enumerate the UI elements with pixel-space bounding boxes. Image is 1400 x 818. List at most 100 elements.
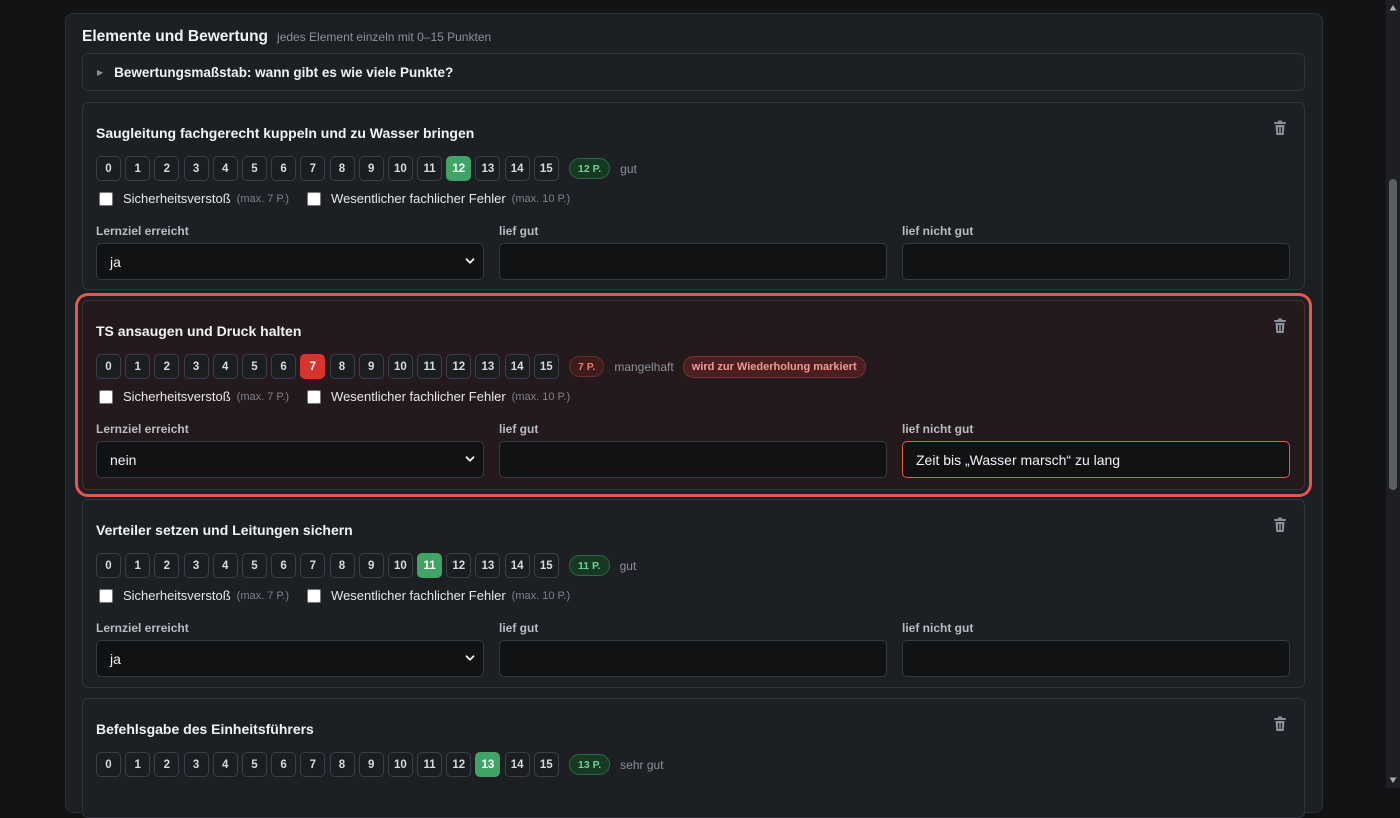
score-button[interactable]: 9 — [358, 553, 384, 578]
score-button[interactable]: 5 — [241, 752, 267, 777]
score-button[interactable]: 12 — [446, 752, 472, 777]
goal-select[interactable]: ja — [96, 640, 484, 677]
score-button[interactable]: 15 — [533, 553, 559, 578]
score-button[interactable]: 7 — [300, 553, 326, 578]
safety-violation-checkbox[interactable] — [99, 588, 113, 603]
went-bad-input[interactable]: Zeit bis „Wasser marsch“ zu lang — [902, 441, 1290, 478]
score-button[interactable]: 10 — [387, 156, 413, 181]
score-button[interactable]: 6 — [271, 553, 297, 578]
score-button[interactable]: 12 — [446, 553, 472, 578]
repeat-badge: wird zur Wiederholung markiert — [682, 355, 866, 378]
score-button[interactable]: 14 — [504, 553, 530, 578]
score-button[interactable]: 11 — [417, 553, 443, 578]
score-button[interactable]: 4 — [212, 156, 238, 181]
score-button[interactable]: 13 — [475, 752, 501, 777]
went-well-input[interactable] — [499, 640, 887, 677]
score-button[interactable]: 9 — [358, 156, 384, 181]
score-button[interactable]: 6 — [271, 752, 297, 777]
scroll-up-arrow-icon[interactable] — [1389, 4, 1397, 12]
score-button[interactable]: 11 — [417, 354, 443, 379]
trash-icon — [1273, 120, 1287, 136]
score-button[interactable]: 9 — [358, 752, 384, 777]
score-button[interactable]: 10 — [387, 553, 413, 578]
score-button[interactable]: 7 — [300, 354, 326, 379]
score-button[interactable]: 12 — [446, 156, 472, 181]
score-button[interactable]: 5 — [241, 553, 267, 578]
went-well-field: lief gut — [499, 224, 887, 280]
technical-error-checkbox[interactable] — [307, 191, 322, 206]
score-button[interactable]: 4 — [212, 752, 238, 777]
score-selector: 0 1 2 3 4 5 6 7 8 9 10 11 12 13 14 15 12 P. gut — [96, 156, 637, 181]
went-bad-field: lief nicht gut Zeit bis „Wasser marsch“ … — [902, 422, 1290, 478]
score-button[interactable]: 3 — [183, 752, 209, 777]
scrollbar[interactable] — [1386, 0, 1400, 788]
safety-violation-checkbox[interactable] — [99, 389, 113, 404]
score-button[interactable]: 1 — [125, 553, 151, 578]
score-button[interactable]: 4 — [212, 553, 238, 578]
went-well-input[interactable] — [499, 243, 887, 280]
technical-error-checkbox[interactable] — [307, 588, 322, 603]
score-button[interactable]: 15 — [533, 156, 559, 181]
score-button[interactable]: 9 — [358, 354, 384, 379]
score-button[interactable]: 2 — [154, 156, 180, 181]
delete-element-button[interactable] — [1273, 318, 1287, 334]
went-well-input[interactable] — [499, 441, 887, 478]
safety-violation-hint: (max. 7 P.) — [236, 192, 290, 205]
score-button[interactable]: 8 — [329, 553, 355, 578]
score-button[interactable]: 2 — [154, 553, 180, 578]
score-button[interactable]: 1 — [125, 752, 151, 777]
score-button[interactable]: 14 — [504, 156, 530, 181]
score-button[interactable]: 8 — [329, 752, 355, 777]
score-button[interactable]: 7 — [300, 156, 326, 181]
score-button[interactable]: 1 — [125, 354, 151, 379]
score-button[interactable]: 6 — [271, 156, 297, 181]
score-selector: 0 1 2 3 4 5 6 7 8 9 10 11 12 13 14 15 11 P. gut — [96, 553, 636, 578]
rating-scale-details[interactable]: ▶ Bewertungsmaßstab: wann gibt es wie vi… — [82, 53, 1305, 91]
safety-violation-checkbox[interactable] — [99, 191, 113, 206]
score-button[interactable]: 3 — [183, 354, 209, 379]
score-button[interactable]: 12 — [446, 354, 472, 379]
score-button[interactable]: 11 — [417, 752, 443, 777]
element-card: Befehlsgabe des Einheitsführers 01234567… — [82, 698, 1305, 818]
score-button[interactable]: 5 — [241, 156, 267, 181]
score-button[interactable]: 2 — [154, 354, 180, 379]
score-button[interactable]: 2 — [154, 752, 180, 777]
flag-checkboxes: Sicherheitsverstoß (max. 7 P.) Wesentlic… — [99, 588, 588, 603]
feedback-fields: Lernziel erreicht ja lief gut lief nicht… — [96, 224, 1292, 280]
score-button[interactable]: 10 — [387, 354, 413, 379]
score-button[interactable]: 14 — [504, 752, 530, 777]
score-button[interactable]: 0 — [96, 752, 121, 777]
score-button[interactable]: 10 — [387, 752, 413, 777]
score-button[interactable]: 13 — [475, 156, 501, 181]
delete-element-button[interactable] — [1273, 716, 1287, 732]
score-button[interactable]: 3 — [183, 156, 209, 181]
went-bad-input[interactable] — [902, 640, 1290, 677]
score-selector: 0 1 2 3 4 5 6 7 8 9 10 11 12 13 14 15 13 P. sehr gut — [96, 752, 664, 777]
score-button[interactable]: 15 — [533, 354, 559, 379]
score-button[interactable]: 8 — [329, 354, 355, 379]
score-button[interactable]: 8 — [329, 156, 355, 181]
scroll-down-arrow-icon[interactable] — [1389, 776, 1397, 784]
goal-select[interactable]: ja — [96, 243, 484, 280]
goal-select[interactable]: nein — [96, 441, 484, 478]
delete-element-button[interactable] — [1273, 120, 1287, 136]
technical-error-checkbox[interactable] — [307, 389, 322, 404]
scrollbar-thumb[interactable] — [1389, 179, 1397, 490]
score-button[interactable]: 1 — [125, 156, 151, 181]
score-button[interactable]: 5 — [241, 354, 267, 379]
score-button[interactable]: 11 — [417, 156, 443, 181]
score-button[interactable]: 3 — [183, 553, 209, 578]
score-button[interactable]: 4 — [212, 354, 238, 379]
score-button[interactable]: 0 — [96, 553, 121, 578]
score-button[interactable]: 0 — [96, 354, 121, 379]
score-button[interactable]: 13 — [475, 553, 501, 578]
score-button[interactable]: 6 — [271, 354, 297, 379]
score-button[interactable]: 13 — [475, 354, 501, 379]
went-bad-input[interactable] — [902, 243, 1290, 280]
score-button[interactable]: 7 — [300, 752, 326, 777]
delete-element-button[interactable] — [1273, 517, 1287, 533]
score-button[interactable]: 14 — [504, 354, 530, 379]
score-button[interactable]: 0 — [96, 156, 121, 181]
score-button[interactable]: 15 — [533, 752, 559, 777]
went-well-label: lief gut — [499, 621, 539, 635]
